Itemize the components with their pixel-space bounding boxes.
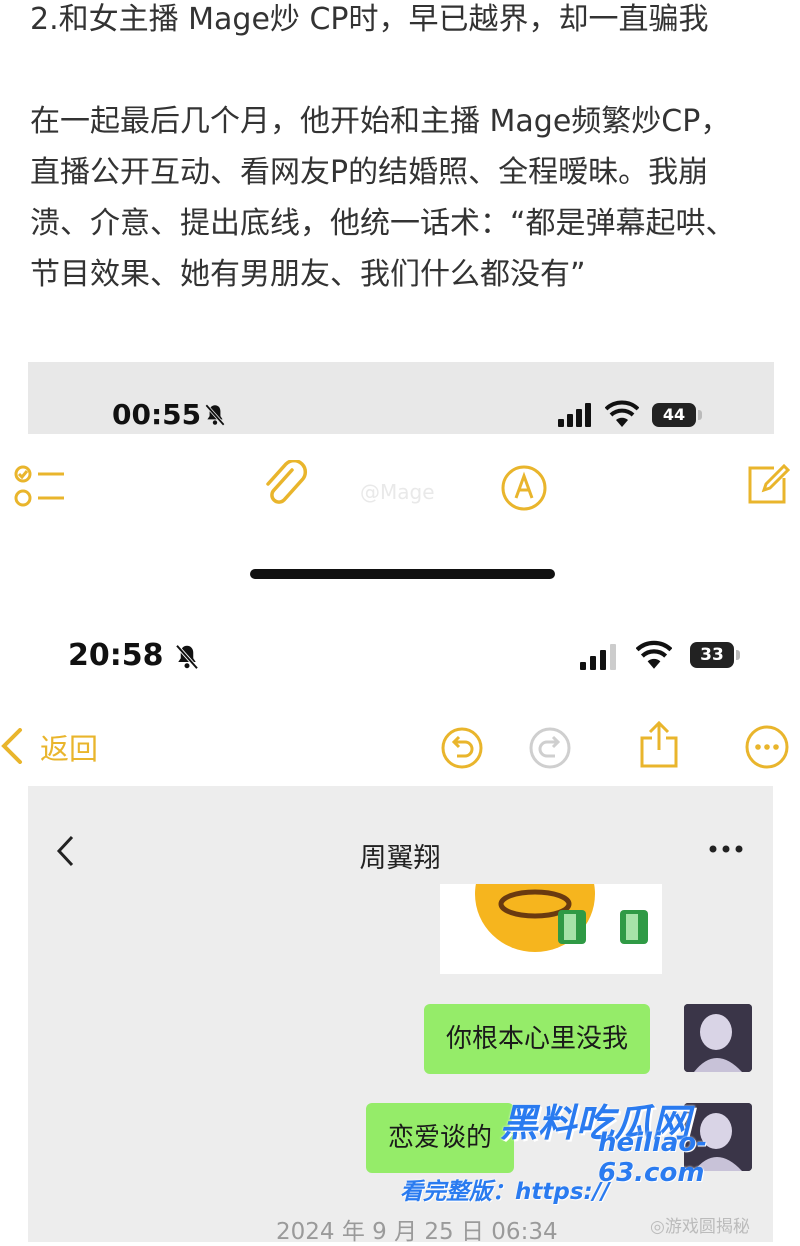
back-button[interactable]: 返回 xyxy=(40,726,98,768)
chat-contact-name: 周翼翔 xyxy=(359,843,441,874)
undo-icon[interactable] xyxy=(440,726,484,770)
notes-toolbar xyxy=(0,434,800,584)
checklist-icon[interactable] xyxy=(14,462,66,510)
faint-overlay-text: @Mage xyxy=(360,480,435,504)
redo-icon[interactable] xyxy=(528,726,572,770)
watermark-url-scheme: https:// xyxy=(515,1179,610,1205)
bell-slash-icon xyxy=(205,404,225,426)
chat-bubble-sent[interactable]: 你根本心里没我 xyxy=(424,1004,651,1074)
battery-tip xyxy=(698,410,702,420)
source-credit: ◎游戏圆揭秘 xyxy=(650,1217,750,1237)
cellular-signal-icon xyxy=(558,403,591,427)
more-options-icon[interactable] xyxy=(744,724,790,770)
status-time-2: 20:58 xyxy=(68,638,164,673)
watermark-prompt: 看完整版：https:// xyxy=(400,1172,610,1206)
bell-slash-icon xyxy=(175,644,199,670)
watermark-domain: heiliao-63.com xyxy=(598,1128,708,1188)
battery-indicator: 44 xyxy=(652,403,696,427)
article-paragraph: 在一起最后几个月，他开始和主播 Mage频繁炒CP，直播公开互动、看网友P的结婚… xyxy=(30,104,736,292)
battery-indicator: 33 xyxy=(690,642,734,668)
chat-timestamp: 2024 年 9 月 25 日 06:34 xyxy=(276,1219,558,1245)
praying-emoji-sticker-icon xyxy=(475,884,648,952)
compose-icon[interactable] xyxy=(744,462,790,508)
chevron-left-icon[interactable] xyxy=(0,728,24,764)
chat-bubble-sent[interactable]: 恋爱谈的 xyxy=(366,1103,515,1173)
sticker-message[interactable] xyxy=(440,884,662,974)
status-time-1: 00:55 xyxy=(112,398,202,431)
wifi-icon xyxy=(605,400,639,427)
chat-more-icon[interactable] xyxy=(708,842,744,856)
home-indicator xyxy=(250,569,555,579)
wifi-icon xyxy=(636,640,672,669)
share-icon[interactable] xyxy=(638,720,680,770)
cellular-signal-icon xyxy=(580,644,616,670)
paperclip-icon[interactable] xyxy=(262,460,310,512)
markup-pen-icon[interactable] xyxy=(500,464,548,512)
battery-tip xyxy=(736,650,740,660)
article-headline: 2.和女主播 Mage炒 CP时，早已越界，却一直骗我 xyxy=(30,2,709,37)
watermark-prefix: 看完整版： xyxy=(400,1179,515,1205)
user-avatar[interactable] xyxy=(684,1004,752,1072)
avatar-icon xyxy=(684,1004,752,1072)
